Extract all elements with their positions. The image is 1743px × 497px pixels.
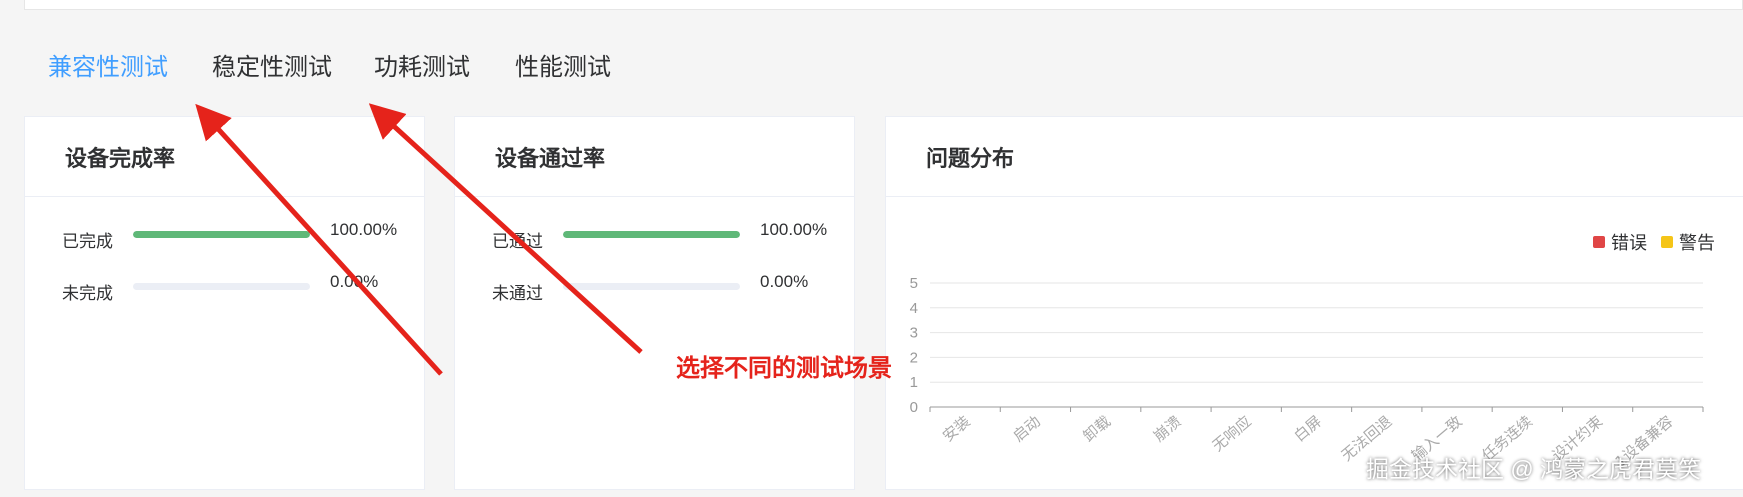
- annotation-text: 选择不同的测试场景: [676, 355, 892, 382]
- arrow-to-power-tab: [368, 103, 643, 354]
- arrow-to-compatibility-tab: [195, 103, 443, 376]
- watermark: 掘金技术社区 @ 鸿蒙之虎君莫笑: [1366, 456, 1702, 482]
- annotation-arrows: [195, 103, 643, 376]
